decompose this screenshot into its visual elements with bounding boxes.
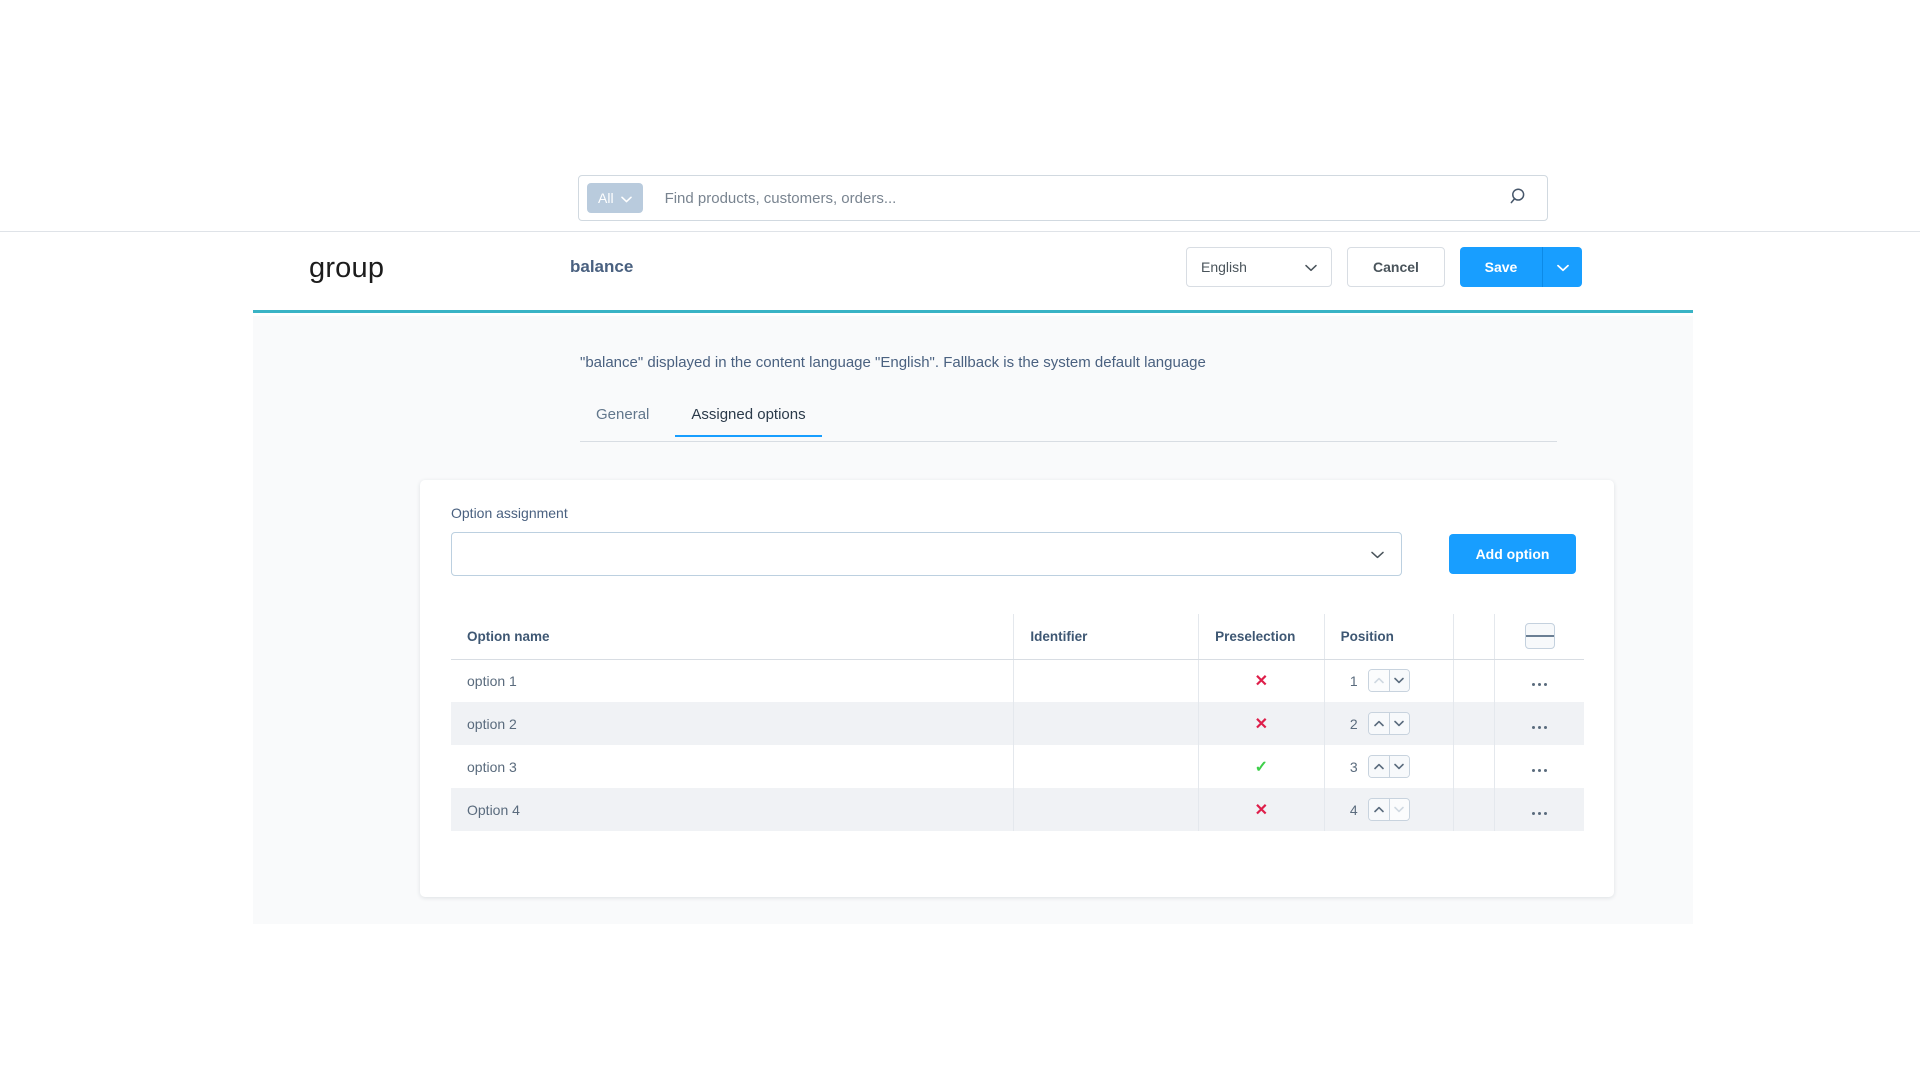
- cancel-button[interactable]: Cancel: [1347, 247, 1445, 287]
- cell-position: 4: [1324, 788, 1453, 831]
- ellipsis-icon[interactable]: [1532, 726, 1547, 729]
- position-stepper: [1368, 798, 1410, 821]
- language-select-value: English: [1201, 259, 1247, 275]
- table-row[interactable]: option 2 ✕ 2: [451, 702, 1584, 745]
- cell-option-name: option 2: [451, 702, 1014, 745]
- cell-preselection: ✕: [1199, 659, 1325, 702]
- cell-preselection: ✓: [1199, 745, 1325, 788]
- page-header: group balance English Cancel Save: [253, 232, 1693, 313]
- search-input[interactable]: [643, 190, 1499, 207]
- position-value: 4: [1349, 802, 1358, 818]
- search-submit-button[interactable]: [1499, 178, 1539, 218]
- cell-spacer: [1453, 702, 1495, 745]
- column-header-spacer: [1453, 614, 1495, 659]
- table-row[interactable]: option 3 ✓ 3: [451, 745, 1584, 788]
- cell-spacer: [1453, 745, 1495, 788]
- assigned-options-card: Option assignment Add option Option name…: [420, 480, 1614, 897]
- cell-spacer: [1453, 788, 1495, 831]
- search-scope-selector[interactable]: All: [587, 183, 643, 213]
- tab-bar: General Assigned options: [580, 406, 1557, 442]
- options-table-container: Option name Identifier Preselection Posi…: [451, 614, 1584, 831]
- column-header-settings: [1495, 614, 1584, 659]
- move-up-button[interactable]: [1369, 756, 1389, 777]
- cell-preselection: ✕: [1199, 788, 1325, 831]
- language-select[interactable]: English: [1186, 247, 1332, 287]
- cell-option-name: option 3: [451, 745, 1014, 788]
- tab-assigned-options[interactable]: Assigned options: [675, 406, 821, 436]
- move-down-button[interactable]: [1389, 670, 1409, 691]
- hamburger-bar: [1535, 635, 1544, 637]
- cell-option-name: Option 4: [451, 788, 1014, 831]
- search-icon: [1510, 187, 1529, 209]
- cell-position: 2: [1324, 702, 1453, 745]
- options-table: Option name Identifier Preselection Posi…: [451, 614, 1584, 831]
- chevron-down-icon: [621, 190, 632, 206]
- move-down-button: [1389, 799, 1409, 820]
- check-icon: ✓: [1255, 759, 1268, 776]
- hamburger-icon[interactable]: [1525, 623, 1555, 649]
- ellipsis-icon[interactable]: [1532, 812, 1547, 815]
- position-stepper: [1368, 755, 1410, 778]
- cell-identifier: [1014, 788, 1199, 831]
- position-stepper: [1368, 712, 1410, 735]
- page-title: balance: [570, 257, 633, 277]
- cell-identifier: [1014, 745, 1199, 788]
- hamburger-bar: [1544, 635, 1553, 637]
- position-value: 1: [1349, 673, 1358, 689]
- search-scope-label: All: [598, 190, 614, 206]
- hamburger-bar: [1526, 635, 1535, 637]
- options-table-head: Option name Identifier Preselection Posi…: [451, 614, 1584, 659]
- move-up-button[interactable]: [1369, 713, 1389, 734]
- chevron-down-icon: [1371, 546, 1384, 562]
- cell-identifier: [1014, 702, 1199, 745]
- table-row[interactable]: Option 4 ✕ 4: [451, 788, 1584, 831]
- option-assignment-select[interactable]: [451, 532, 1402, 576]
- move-up-button: [1369, 670, 1389, 691]
- save-button-group: Save: [1460, 247, 1582, 287]
- table-header-row: Option name Identifier Preselection Posi…: [451, 614, 1584, 659]
- option-assignment-row: Add option: [451, 532, 1584, 576]
- column-header-preselection[interactable]: Preselection: [1199, 614, 1325, 659]
- cross-icon: ✕: [1255, 716, 1268, 733]
- chevron-down-icon: [1557, 260, 1569, 275]
- global-search-bar: All: [0, 0, 1920, 232]
- cell-context-menu: [1495, 702, 1584, 745]
- move-up-button[interactable]: [1369, 799, 1389, 820]
- cell-context-menu: [1495, 745, 1584, 788]
- ellipsis-icon[interactable]: [1532, 683, 1547, 686]
- cell-preselection: ✕: [1199, 702, 1325, 745]
- position-value: 3: [1349, 759, 1358, 775]
- add-option-button[interactable]: Add option: [1449, 534, 1576, 574]
- column-header-identifier[interactable]: Identifier: [1014, 614, 1199, 659]
- position-value: 2: [1349, 716, 1358, 732]
- header-actions: English Cancel Save: [1186, 247, 1582, 287]
- cell-option-name: option 1: [451, 659, 1014, 702]
- save-button[interactable]: Save: [1460, 247, 1542, 287]
- cell-identifier: [1014, 659, 1199, 702]
- tab-general[interactable]: General: [580, 406, 665, 436]
- language-fallback-note: "balance" displayed in the content langu…: [580, 354, 1206, 371]
- search-field-container: All: [578, 175, 1548, 221]
- column-header-option-name[interactable]: Option name: [451, 614, 1014, 659]
- move-down-button[interactable]: [1389, 713, 1409, 734]
- table-row[interactable]: option 1 ✕ 1: [451, 659, 1584, 702]
- cell-context-menu: [1495, 659, 1584, 702]
- chevron-down-icon: [1305, 259, 1317, 275]
- options-table-body: option 1 ✕ 1: [451, 659, 1584, 831]
- position-stepper: [1368, 669, 1410, 692]
- cell-position: 1: [1324, 659, 1453, 702]
- cell-position: 3: [1324, 745, 1453, 788]
- cell-spacer: [1453, 659, 1495, 702]
- ellipsis-icon[interactable]: [1532, 769, 1547, 772]
- column-header-position[interactable]: Position: [1324, 614, 1453, 659]
- cross-icon: ✕: [1255, 802, 1268, 819]
- app-logo: group: [309, 252, 384, 285]
- cross-icon: ✕: [1255, 673, 1268, 690]
- cell-context-menu: [1495, 788, 1584, 831]
- save-dropdown-button[interactable]: [1542, 247, 1582, 287]
- move-down-button[interactable]: [1389, 756, 1409, 777]
- option-assignment-label: Option assignment: [451, 505, 568, 521]
- content-area: "balance" displayed in the content langu…: [253, 316, 1693, 924]
